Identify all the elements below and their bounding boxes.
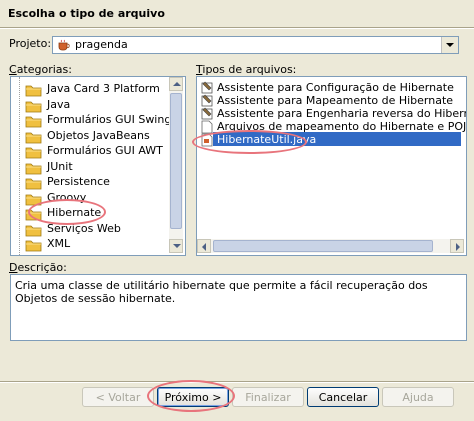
file-types-list[interactable]: Assistente para Configuração de Hibernat… (196, 76, 467, 256)
folder-icon (25, 99, 43, 116)
arrow-down-icon (173, 244, 181, 248)
category-label: JUnit (47, 159, 73, 173)
description-box: Cria uma classe de utilitário hibernate … (10, 274, 467, 341)
category-label: Java (47, 97, 71, 111)
project-select[interactable]: pragenda (52, 36, 459, 54)
category-label: XML (47, 237, 71, 250)
folder-icon (25, 145, 43, 162)
arrow-right-icon (456, 243, 460, 251)
scroll-up-button[interactable] (169, 77, 183, 91)
file-types-label: Tipos de arquivos: (196, 63, 297, 76)
category-label: Java Card 3 Platform (47, 82, 160, 95)
file-type-label: Assistente para Mapeamento de Hibernate (217, 94, 454, 107)
folder-icon (25, 130, 43, 147)
category-label: Formulários GUI AWT (47, 144, 163, 157)
highlight-annotation-hibernate (28, 199, 106, 225)
project-label: Projeto: (9, 37, 52, 50)
help-button[interactable]: Ajuda (382, 387, 454, 407)
scroll-thumb[interactable] (170, 93, 182, 229)
description-label: Descrição: (9, 261, 67, 274)
folder-icon (25, 83, 43, 100)
highlight-annotation-next (147, 380, 235, 412)
scroll-left-button[interactable] (197, 239, 211, 253)
folder-icon (25, 114, 43, 131)
tree-guide-line (19, 77, 21, 255)
header-divider-highlight (0, 28, 474, 29)
scroll-right-button[interactable] (450, 239, 464, 253)
folder-icon (25, 238, 43, 255)
folder-icon (25, 161, 43, 178)
finish-button[interactable]: Finalizar (232, 387, 304, 407)
categories-tree[interactable]: Java Card 3 Platform Java Formulários GUI … (10, 76, 186, 256)
arrow-left-icon (202, 243, 206, 251)
back-button[interactable]: < Voltar (82, 387, 154, 407)
dialog-header: Escolha o tipo de arquivo (0, 0, 474, 30)
category-label: Formulários GUI Swing (47, 113, 172, 126)
folder-icon (25, 223, 43, 240)
categories-label: Categorias: (9, 63, 72, 76)
h-scroll-thumb[interactable] (213, 240, 433, 252)
chevron-down-icon (446, 43, 454, 47)
category-label: Persistence (47, 175, 110, 188)
folder-icon (25, 176, 43, 193)
category-label: Objetos JavaBeans (47, 128, 150, 142)
file-type-label: Assistente para Engenharia reversa do Hi… (217, 107, 467, 120)
dialog-title: Escolha o tipo de arquivo (8, 7, 165, 20)
description-text: Cria uma classe de utilitário hibernate … (15, 279, 428, 305)
file-type-label: Assistente para Configuração de Hibernat… (217, 81, 454, 94)
highlight-annotation-hibernateutil (192, 130, 307, 154)
project-value: pragenda (75, 38, 128, 51)
file-types-hscrollbar[interactable] (197, 239, 464, 253)
arrow-up-icon (173, 82, 181, 86)
scroll-down-button[interactable] (169, 239, 183, 253)
footer-divider-highlight (0, 382, 474, 383)
cancel-button[interactable]: Cancelar (307, 387, 379, 407)
project-dropdown-button[interactable] (441, 37, 458, 53)
categories-scrollbar[interactable] (169, 77, 183, 253)
project-coffee-icon (57, 39, 71, 54)
